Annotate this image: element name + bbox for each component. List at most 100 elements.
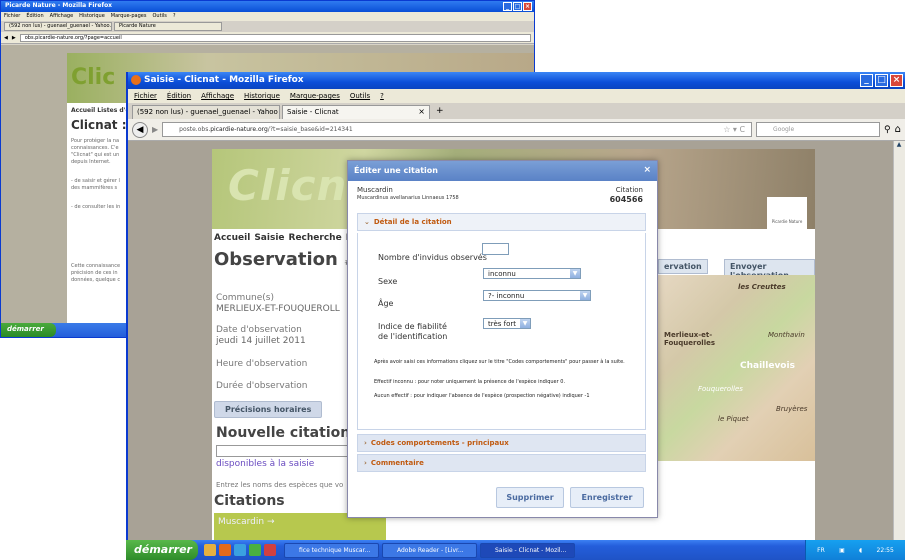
task-word[interactable]: fice technique Muscar... [284, 542, 379, 558]
back-text-3: - de consulter les in [71, 204, 121, 210]
back-nav-bar: ◀ ▶ obs.picardie-nature.org/?page=accuei… [1, 32, 534, 44]
edit-citation-dialog: Éditer une citation × Muscardin Muscardi… [347, 160, 658, 518]
map-label: Bruyères [776, 405, 808, 413]
nombre-label: Nombre d'invidus observés [378, 253, 487, 262]
citation-label: Citation [615, 186, 643, 194]
back-menu-marque-pages[interactable]: Marque-pages [111, 13, 147, 20]
map-view[interactable]: les Creuttes Merlieux-et-Fouquerolles Ch… [658, 275, 815, 461]
taskbar: démarrer fice technique Muscar... Adobe … [126, 540, 905, 560]
section-detail[interactable]: ⌄ Détail de la citation [357, 213, 646, 231]
section-codes[interactable]: › Codes comportements - principaux [357, 434, 646, 452]
search-input[interactable]: Google [756, 122, 881, 137]
menu-edition[interactable]: Édition [167, 92, 191, 100]
back-menu-affichage[interactable]: Affichage [50, 13, 74, 20]
task-firefox[interactable]: Saisie - Clicnat - Mozil... [480, 542, 575, 558]
close-icon[interactable]: × [890, 74, 903, 87]
quick-launch-icon[interactable] [234, 544, 246, 556]
delete-button[interactable]: Supprimer [496, 487, 564, 508]
duree-label: Durée d'observation [216, 381, 308, 391]
menu-saisie[interactable]: Saisie [254, 233, 284, 243]
quick-launch-icon[interactable] [204, 544, 216, 556]
back-tab-picarde[interactable]: Picarde Nature [114, 22, 222, 31]
menu-recherche[interactable]: Recherche [289, 233, 342, 243]
back-url-bar[interactable]: obs.picardie-nature.org/?page=accueil [19, 33, 531, 42]
menu-outils[interactable]: Outils [350, 92, 370, 100]
maximize-icon[interactable]: □ [513, 2, 522, 11]
back-start-button[interactable]: démarrer [1, 323, 56, 337]
back-menu-fichier[interactable]: Fichier [4, 13, 20, 20]
menu-accueil[interactable]: Accueil [214, 233, 250, 243]
date-label: Date d'observation [216, 325, 302, 335]
window-title: Saisie - Clicnat - Mozilla Firefox [144, 75, 304, 85]
volume-icon[interactable]: ◖ [859, 547, 862, 554]
search-icon[interactable]: ⚲ [884, 125, 891, 135]
bookmark-star-icon[interactable]: ☆ ▾ C [723, 125, 745, 134]
back-text-2: - de saisir et gérer l des mammifères s [71, 178, 120, 191]
tab-observation[interactable]: ervation [658, 259, 708, 274]
window-controls: _ □ × [860, 74, 903, 87]
back-arrow-icon[interactable]: ◀ [132, 121, 148, 138]
quick-launch-icon[interactable] [219, 544, 231, 556]
detail-panel: Nombre d'invidus observés Sexe Âge Indic… [357, 233, 646, 430]
start-button[interactable]: démarrer [126, 540, 198, 560]
forward-arrow-icon[interactable]: ▶ [12, 35, 16, 41]
tab-close-icon[interactable]: × [418, 107, 425, 116]
chevron-down-icon: ▼ [580, 291, 590, 300]
dialog-close-icon[interactable]: × [643, 165, 651, 175]
language-indicator[interactable]: FR [817, 547, 825, 554]
quick-launch-icon[interactable] [249, 544, 261, 556]
tab-bar: (592 non lus) - guenael_guenael - Yahoo … [128, 103, 905, 119]
back-menu-help[interactable]: ? [173, 13, 176, 20]
site-menu: Accueil Saisie Recherche L [212, 231, 353, 245]
back-window-controls: _ □ × [503, 2, 532, 11]
section-commentaire[interactable]: › Commentaire [357, 454, 646, 472]
back-tab-yahoo[interactable]: (592 non lus) - guenael_guenael - Yahoo.… [4, 22, 112, 31]
tab-yahoo-label: (592 non lus) - guenael_guenael - Yahoo … [137, 108, 280, 116]
menu-help[interactable]: ? [380, 92, 384, 100]
task-adobe[interactable]: Adobe Reader - [Livr... [382, 542, 477, 558]
precisions-horaires-button[interactable]: Précisions horaires [214, 401, 323, 418]
menu-bar: Fichier Édition Affichage Historique Mar… [128, 89, 905, 103]
age-label: Âge [378, 299, 394, 308]
back-menu-edition[interactable]: Édition [26, 13, 43, 20]
clock: 22:55 [876, 546, 894, 554]
scroll-up-icon[interactable]: ▲ [894, 141, 904, 151]
navigation-bar: ◀ ▶ poste.obs.picardie-nature.org/?t=sai… [128, 119, 905, 141]
menu-affichage[interactable]: Affichage [201, 92, 234, 100]
sexe-select[interactable]: inconnu ▼ [483, 268, 581, 279]
network-icon[interactable]: ▣ [839, 547, 845, 554]
age-select[interactable]: ?- inconnu ▼ [483, 290, 591, 301]
menu-fichier[interactable]: Fichier [134, 92, 157, 100]
help-note-3: Aucun effectif : pour indiquer l'absence… [374, 393, 590, 399]
menu-historique[interactable]: Historique [244, 92, 280, 100]
save-button[interactable]: Enregistrer [570, 487, 644, 508]
disponibles-link[interactable]: disponibles à la saisie [216, 459, 314, 469]
minimize-icon[interactable]: _ [860, 74, 873, 87]
tab-saisie[interactable]: Saisie - Clicnat × [282, 105, 430, 119]
new-tab-icon[interactable]: + [432, 105, 448, 119]
nombre-input[interactable] [482, 243, 509, 255]
tab-yahoo[interactable]: (592 non lus) - guenael_guenael - Yahoo … [132, 105, 280, 119]
forward-arrow-icon[interactable]: ▶ [152, 125, 158, 134]
menu-marque-pages[interactable]: Marque-pages [290, 92, 340, 100]
back-menu-historique[interactable]: Historique [79, 13, 105, 20]
close-icon[interactable]: × [523, 2, 532, 11]
species-name: Muscardin [357, 186, 393, 194]
page-scrollbar[interactable]: ▲ [893, 141, 905, 541]
age-value: ?- inconnu [488, 292, 525, 300]
map-label: Merlieux-et-Fouquerolles [664, 331, 716, 347]
maximize-icon[interactable]: □ [875, 74, 888, 87]
back-menu-outils[interactable]: Outils [152, 13, 166, 20]
minimize-icon[interactable]: _ [503, 2, 512, 11]
title-bar: Saisie - Clicnat - Mozilla Firefox _ □ × [128, 72, 905, 89]
quick-launch-icon[interactable] [264, 544, 276, 556]
back-arrow-icon[interactable]: ◀ [4, 35, 8, 41]
sexe-label: Sexe [378, 277, 398, 286]
dialog-header: Éditer une citation × [348, 161, 657, 181]
home-icon[interactable]: ⌂ [895, 124, 901, 135]
url-bar[interactable]: poste.obs.picardie-nature.org/?t=saisie_… [162, 122, 753, 137]
back-title-bar: Picarde Nature - Mozilla Firefox _ □ × [1, 1, 534, 12]
indice-select[interactable]: très fort ▼ [483, 318, 531, 329]
hedgehog-logo: Picardie Nature [767, 197, 807, 229]
species-input[interactable] [216, 445, 350, 457]
